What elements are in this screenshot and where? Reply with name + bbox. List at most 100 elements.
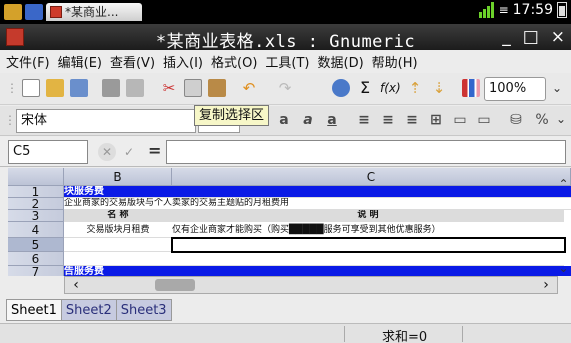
scroll-down-icon[interactable]: ⌄	[556, 262, 571, 274]
divider	[462, 326, 463, 342]
copy-icon[interactable]	[184, 79, 202, 97]
hyperlink-icon[interactable]	[332, 79, 350, 97]
equals-button[interactable]: =	[148, 141, 161, 160]
merge-cells-icon[interactable]: ⊞	[428, 112, 444, 128]
italic-icon[interactable]: a	[300, 112, 316, 128]
print-icon[interactable]	[102, 79, 120, 97]
cell-reference-field[interactable]: C5	[8, 140, 88, 164]
formula-input[interactable]	[166, 140, 566, 164]
bold-icon[interactable]: a	[276, 112, 292, 128]
row-header[interactable]: 5	[8, 238, 64, 252]
chevron-down-icon[interactable]: ⌄	[556, 112, 566, 126]
toolbar-grip: ⋮	[6, 81, 18, 95]
maximize-button[interactable]: □	[523, 27, 539, 47]
cancel-edit-icon[interactable]: ✕	[98, 143, 116, 161]
sum-icon[interactable]: Σ	[356, 79, 374, 97]
underline-icon[interactable]: a	[324, 112, 340, 128]
row-header[interactable]: 3	[8, 210, 64, 222]
standard-toolbar: ⋮ ✂ ↶ ↷ Σ f(x) ⇡ ⇣ 100% ⌄	[0, 73, 571, 105]
chart-icon[interactable]	[462, 79, 480, 97]
cell-c6[interactable]	[172, 252, 564, 266]
wifi-icon: ≡	[498, 3, 509, 17]
formula-bar: C5 ✕ ✓ =	[0, 137, 571, 167]
cell-c5[interactable]	[171, 237, 566, 253]
menu-help[interactable]: 帮助(H)	[372, 52, 418, 71]
tooltip: 复制选择区	[194, 105, 270, 126]
taskbar-tab-spreadsheet[interactable]: *某商业...	[46, 3, 142, 21]
open-folder-icon[interactable]	[46, 79, 64, 97]
split-cells-icon[interactable]: ▭	[476, 112, 492, 128]
cell-b5[interactable]	[64, 238, 172, 252]
system-status-bar: *某商业... ≡ 17:59	[0, 0, 571, 24]
align-right-icon[interactable]: ≡	[404, 112, 420, 128]
menu-view[interactable]: 查看(V)	[110, 52, 155, 71]
percent-icon[interactable]: %	[534, 112, 550, 128]
spreadsheet-grid[interactable]: B C 1 块服务费 2 企业商家的交易版块与个人卖家的交易主题贴的月租费用 3…	[8, 168, 571, 276]
menu-data[interactable]: 数据(D)	[318, 52, 364, 71]
cell-c3[interactable]: 说 明	[172, 210, 564, 222]
column-header-b[interactable]: B	[64, 168, 172, 186]
cut-icon[interactable]: ✂	[160, 79, 178, 97]
undo-icon[interactable]: ↶	[240, 79, 258, 97]
save-icon[interactable]	[70, 79, 88, 97]
taskbar-tab-label: *某商业...	[65, 5, 119, 19]
scroll-left-icon[interactable]: ‹	[67, 277, 85, 293]
menu-insert[interactable]: 插入(I)	[163, 52, 203, 71]
menu-tools[interactable]: 工具(T)	[265, 52, 309, 71]
format-toolbar: ⋮ 宋体 a a a ≡ ≡ ≡ ⊞ ▭ ▭ ⛁ % ⌄	[0, 106, 571, 136]
status-bar: 求和=0	[0, 323, 571, 343]
vertical-scrollbar[interactable]: ⌃ ⌄	[556, 178, 571, 274]
zoom-value: 100%	[489, 81, 527, 96]
cell-b4[interactable]: 交易版块月租费	[64, 222, 172, 238]
zoom-select[interactable]: 100%	[484, 77, 546, 101]
center-across-icon[interactable]: ▭	[452, 112, 468, 128]
cell-b7[interactable]: 告服务费	[64, 266, 571, 276]
accept-edit-icon[interactable]: ✓	[120, 143, 138, 161]
column-header-c[interactable]: C	[172, 168, 571, 186]
row-header[interactable]: 6	[8, 252, 64, 266]
menu-bar: 文件(F) 编辑(E) 查看(V) 插入(I) 格式(O) 工具(T) 数据(D…	[0, 50, 571, 72]
sheet-tab-2[interactable]: Sheet2	[61, 299, 117, 321]
cell-b1[interactable]: 块服务费	[64, 186, 571, 198]
desktop-icon[interactable]	[25, 4, 43, 20]
currency-icon[interactable]: ⛁	[508, 112, 524, 128]
scrollbar-thumb[interactable]	[155, 279, 195, 291]
close-button[interactable]: ×	[551, 27, 565, 47]
sheet-tabs: Sheet1 Sheet2 Sheet3	[6, 299, 172, 321]
new-file-icon[interactable]	[22, 79, 40, 97]
row-header[interactable]: 4	[8, 222, 64, 238]
sort-descending-icon[interactable]: ⇣	[430, 79, 448, 97]
battery-icon	[557, 2, 567, 18]
clock: 17:59	[512, 2, 553, 18]
divider	[344, 326, 345, 342]
menu-format[interactable]: 格式(O)	[211, 52, 257, 71]
row-header[interactable]: 7	[8, 266, 64, 276]
chevron-down-icon[interactable]: ⌄	[552, 81, 562, 95]
function-icon[interactable]: f(x)	[380, 79, 401, 97]
cell-b2[interactable]: 企业商家的交易版块与个人卖家的交易主题贴的月租费用	[64, 198, 571, 210]
scroll-up-icon[interactable]: ⌃	[556, 178, 571, 190]
scroll-right-icon[interactable]: ›	[537, 277, 555, 293]
font-name-select[interactable]: 宋体	[16, 109, 196, 133]
sheet-tab-3[interactable]: Sheet3	[116, 299, 172, 321]
cell-b3[interactable]: 名 称	[64, 210, 172, 222]
sort-ascending-icon[interactable]: ⇡	[406, 79, 424, 97]
align-center-icon[interactable]: ≡	[380, 112, 396, 128]
toolbar-grip: ⋮	[4, 113, 16, 127]
menu-edit[interactable]: 编辑(E)	[58, 52, 102, 71]
redo-icon[interactable]: ↷	[276, 79, 294, 97]
apps-icon[interactable]	[4, 4, 22, 20]
window-title: *某商业表格.xls : Gnumeric	[155, 32, 416, 52]
cell-c4[interactable]: 仅有企业商家才能购买（购买█████服务可享受到其他优惠服务）	[172, 222, 564, 238]
minimize-button[interactable]: _	[502, 27, 511, 47]
align-left-icon[interactable]: ≡	[356, 112, 372, 128]
corner-header[interactable]	[8, 168, 64, 186]
paste-icon[interactable]	[208, 79, 226, 97]
font-name-value: 宋体	[21, 113, 48, 128]
horizontal-scrollbar[interactable]: ‹ ›	[64, 276, 558, 294]
menu-file[interactable]: 文件(F)	[6, 52, 50, 71]
signal-icon	[478, 2, 495, 18]
print-preview-icon[interactable]	[126, 79, 144, 97]
sheet-tab-1[interactable]: Sheet1	[6, 299, 62, 321]
cell-b6[interactable]	[64, 252, 172, 266]
